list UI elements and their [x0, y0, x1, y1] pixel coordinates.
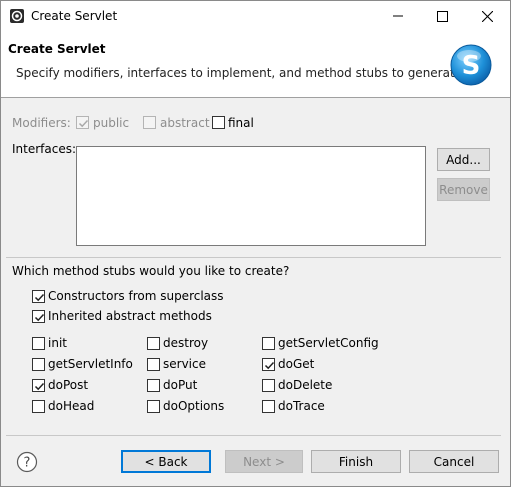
constructors-label[interactable]: Constructors from superclass: [48, 289, 224, 303]
back-button[interactable]: < Back: [121, 450, 211, 473]
doget-label[interactable]: doGet: [278, 357, 314, 371]
inherited-label[interactable]: Inherited abstract methods: [48, 309, 212, 323]
eclipse-app-icon: [9, 8, 25, 24]
dopost-checkbox[interactable]: [32, 379, 45, 392]
window-title: Create Servlet: [31, 9, 118, 23]
dooptions-label[interactable]: doOptions: [163, 399, 224, 413]
banner-description: Specify modifiers, interfaces to impleme…: [16, 66, 466, 80]
svg-text:?: ?: [24, 456, 31, 471]
section-divider: [6, 257, 501, 258]
create-servlet-dialog: Create Servlet Create Servlet Specify mo…: [0, 0, 511, 487]
public-label: public: [93, 116, 130, 130]
maximize-button[interactable]: [419, 1, 465, 31]
minimize-icon: [393, 15, 403, 17]
interfaces-list[interactable]: [76, 146, 426, 246]
abstract-checkbox: [143, 116, 156, 129]
dodelete-checkbox[interactable]: [262, 379, 275, 392]
check-icon: [34, 313, 45, 322]
wizard-banner: Create Servlet Specify modifiers, interf…: [1, 31, 510, 98]
getservletinfo-label[interactable]: getServletInfo: [48, 357, 133, 371]
servlet-logo-icon: S: [449, 43, 493, 87]
destroy-checkbox[interactable]: [147, 337, 160, 350]
doget-checkbox[interactable]: [262, 358, 275, 371]
add-interface-button[interactable]: Add...: [437, 148, 490, 171]
service-label[interactable]: service: [163, 357, 206, 371]
getservletconfig-checkbox[interactable]: [262, 337, 275, 350]
banner-title: Create Servlet: [8, 42, 106, 56]
dopost-label[interactable]: doPost: [48, 378, 88, 392]
doput-label[interactable]: doPut: [163, 378, 197, 392]
getservletconfig-label[interactable]: getServletConfig: [278, 336, 379, 350]
getservletinfo-checkbox[interactable]: [32, 358, 45, 371]
service-checkbox[interactable]: [147, 358, 160, 371]
final-label[interactable]: final: [228, 116, 254, 130]
maximize-icon: [436, 10, 448, 22]
init-label[interactable]: init: [48, 336, 67, 350]
dohead-label[interactable]: doHead: [48, 399, 94, 413]
check-icon: [264, 361, 275, 370]
dooptions-checkbox[interactable]: [147, 400, 160, 413]
dotrace-label[interactable]: doTrace: [278, 399, 325, 413]
constructors-checkbox[interactable]: [32, 290, 45, 303]
title-bar: Create Servlet: [1, 1, 510, 31]
final-checkbox[interactable]: [212, 116, 225, 129]
dohead-checkbox[interactable]: [32, 400, 45, 413]
close-icon: [481, 10, 493, 22]
footer-divider: [6, 435, 501, 436]
svg-text:S: S: [462, 51, 481, 81]
next-button[interactable]: Next >: [225, 450, 303, 473]
remove-interface-button[interactable]: Remove: [437, 178, 490, 201]
abstract-label: abstract: [160, 116, 210, 130]
cancel-button[interactable]: Cancel: [409, 450, 499, 473]
dotrace-checkbox[interactable]: [262, 400, 275, 413]
doput-checkbox[interactable]: [147, 379, 160, 392]
check-icon: [34, 382, 45, 391]
init-checkbox[interactable]: [32, 337, 45, 350]
destroy-label[interactable]: destroy: [163, 336, 208, 350]
check-icon: [34, 293, 45, 302]
inherited-checkbox[interactable]: [32, 310, 45, 323]
dodelete-label[interactable]: doDelete: [278, 378, 332, 392]
help-button[interactable]: ?: [16, 451, 38, 473]
check-icon: [78, 119, 89, 128]
finish-button[interactable]: Finish: [311, 450, 401, 473]
close-button[interactable]: [464, 1, 510, 31]
public-checkbox: [76, 116, 89, 129]
minimize-button[interactable]: [375, 1, 421, 31]
stubs-question: Which method stubs would you like to cre…: [12, 264, 290, 278]
help-icon: ?: [16, 451, 38, 473]
modifiers-label: Modifiers:: [12, 116, 71, 130]
interfaces-label: Interfaces:: [12, 142, 77, 156]
